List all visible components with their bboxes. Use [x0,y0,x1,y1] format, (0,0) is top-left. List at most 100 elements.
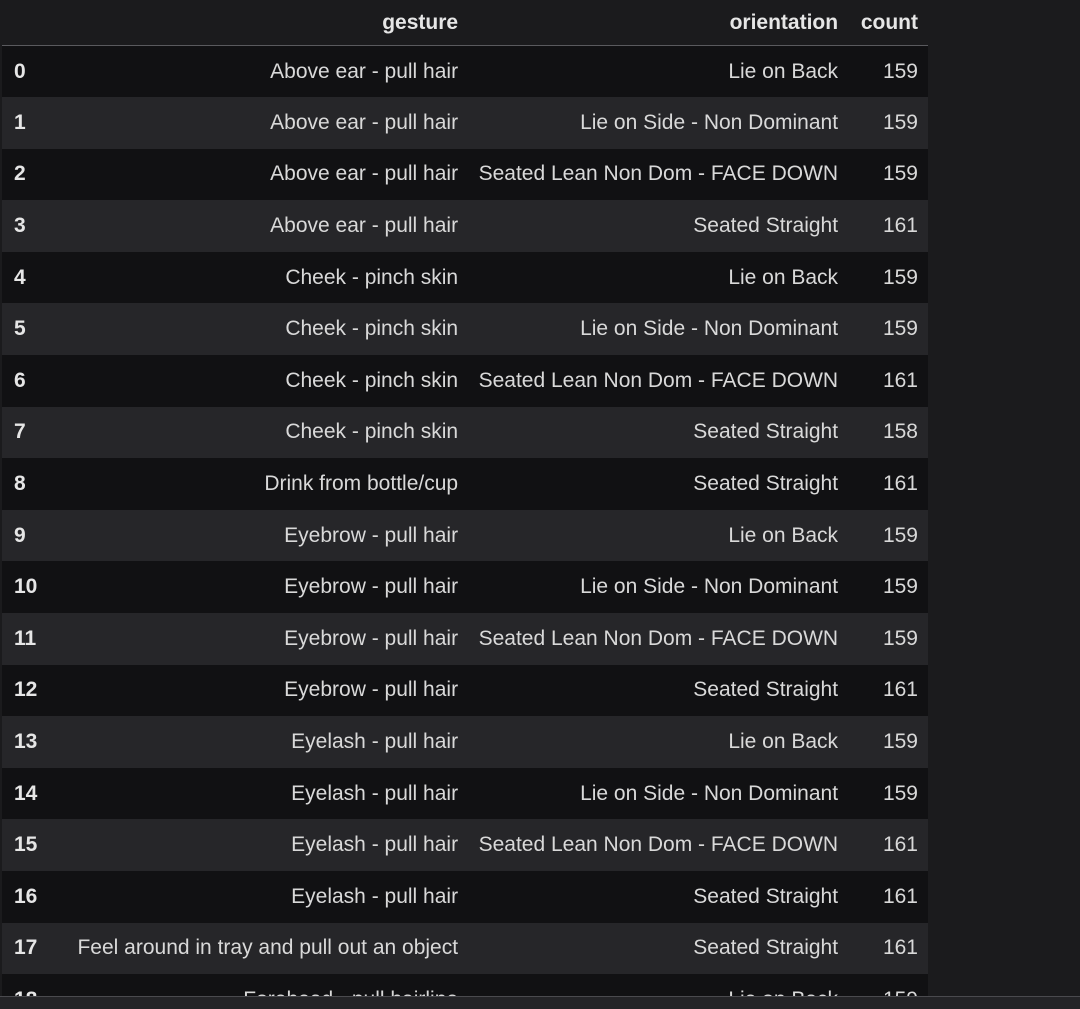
cell-orientation: Lie on Side - Non Dominant [580,781,839,805]
cell-orientation: Lie on Back [728,523,839,547]
table-row: 17 Feel around in tray and pull out an ob… [2,922,928,975]
cell-count: 159 [882,575,918,599]
table-row: 2 Above ear - pull hair Seated Lean Non Do… [2,148,928,201]
header-row: gesture orientation count [2,0,928,46]
cell-gesture: Eyelash - pull hair [291,730,459,754]
table-row: 10 Eyebrow - pull hair Lie on Side - Non D… [2,561,928,614]
table-row: 14 Eyelash - pull hair Lie on Side - Non D… [2,767,928,820]
table-row: 7 Cheek - pinch skin Seated Straight 158 [2,406,928,459]
row-index: 15 [14,833,38,857]
cell-orientation: Seated Straight [693,936,839,960]
table-row: 15 Eyelash - pull hair Seated Lean Non Dom… [2,819,928,871]
cell-gesture: Eyelash - pull hair [291,781,459,805]
table-row: 5 Cheek - pinch skin Lie on Side - Non Dom… [2,303,928,356]
row-index: 17 [14,936,38,960]
table-row: 1 Above ear - pull hair Lie on Side - Non … [2,97,928,149]
table-body: 0 Above ear - pull hair Lie on Back 159 1 Abo… [2,45,928,1009]
row-index: 5 [14,317,26,341]
cell-orientation: Lie on Side - Non Dominant [580,575,839,599]
horizontal-scrollbar[interactable] [0,996,1080,1009]
row-index: 14 [14,781,38,805]
cell-count: 161 [882,884,918,908]
row-index: 12 [14,678,38,702]
table-row: 8 Drink from bottle/cup Seated Straight 161 [2,458,928,510]
header-gesture: gesture [48,0,469,46]
cell-gesture: Eyebrow - pull hair [284,523,459,547]
cell-gesture: Above ear - pull hair [270,59,459,83]
row-index: 1 [14,110,26,134]
cell-count: 161 [882,833,918,857]
row-index: 0 [14,59,26,83]
table-row: 13 Eyelash - pull hair Lie on Back 159 [2,716,928,768]
cell-count: 159 [882,110,918,134]
cell-gesture: Cheek - pinch skin [285,420,459,444]
cell-count: 159 [882,626,918,650]
cell-orientation: Seated Straight [693,472,839,496]
cell-gesture: Drink from bottle/cup [264,472,459,496]
cell-gesture: Cheek - pinch skin [285,265,459,289]
cell-count: 161 [882,214,918,238]
row-index: 11 [14,626,37,650]
table-row: 12 Eyebrow - pull hair Seated Straight 161 [2,664,928,717]
cell-orientation: Lie on Back [728,730,839,754]
cell-count: 161 [882,678,918,702]
header-orientation: orientation [468,0,849,46]
row-index: 3 [14,214,26,238]
row-index: 2 [14,162,26,186]
cell-count: 159 [882,162,918,186]
cell-orientation: Lie on Side - Non Dominant [580,317,839,341]
cell-orientation: Seated Straight [693,884,839,908]
table-row: 9 Eyebrow - pull hair Lie on Back 159 [2,509,928,562]
cell-gesture: Eyebrow - pull hair [284,575,459,599]
row-index: 16 [14,884,38,908]
cell-gesture: Feel around in tray and pull out an obje… [77,936,459,960]
notebook-output-area: gesture orientation count 0 Above ear - p… [0,0,1080,1009]
cell-orientation: Seated Lean Non Dom - FACE DOWN [478,833,839,857]
cell-count: 158 [882,420,918,444]
row-index: 6 [14,368,26,392]
table-row: 0 Above ear - pull hair Lie on Back 159 [2,45,928,98]
header-index [2,0,49,46]
cell-gesture: Eyebrow - pull hair [284,626,459,650]
table-row: 3 Above ear - pull hair Seated Straight 161 [2,200,928,252]
cell-gesture: Cheek - pinch skin [285,317,459,341]
cell-count: 159 [882,781,918,805]
cell-orientation: Lie on Back [728,59,839,83]
cell-gesture: Eyelash - pull hair [291,884,459,908]
cell-count: 161 [882,368,918,392]
header-count: count [848,0,928,46]
cell-orientation: Seated Lean Non Dom - FACE DOWN [478,626,839,650]
row-index: 8 [14,472,26,496]
cell-orientation: Seated Lean Non Dom - FACE DOWN [478,162,839,186]
cell-gesture: Cheek - pinch skin [285,368,459,392]
cell-orientation: Lie on Back [728,265,839,289]
cell-count: 161 [882,472,918,496]
cell-count: 159 [882,59,918,83]
cell-count: 159 [882,265,918,289]
cell-count: 159 [882,317,918,341]
dataframe-table: gesture orientation count 0 Above ear - p… [2,0,928,1009]
row-index: 10 [14,575,38,599]
cell-orientation: Seated Lean Non Dom - FACE DOWN [478,368,839,392]
cell-gesture: Above ear - pull hair [270,162,459,186]
table-row: 6 Cheek - pinch skin Seated Lean Non Dom -… [2,355,928,407]
table-row: 11 Eyebrow - pull hair Seated Lean Non Dom… [2,613,928,665]
cell-gesture: Above ear - pull hair [270,110,459,134]
row-index: 4 [14,265,26,289]
cell-count: 161 [882,936,918,960]
cell-orientation: Seated Straight [693,214,839,238]
cell-orientation: Lie on Side - Non Dominant [580,110,839,134]
row-index: 7 [14,420,26,444]
cell-orientation: Seated Straight [693,678,839,702]
cell-gesture: Above ear - pull hair [270,214,459,238]
table-row: 4 Cheek - pinch skin Lie on Back 159 [2,251,928,304]
cell-count: 159 [882,730,918,754]
cell-orientation: Seated Straight [693,420,839,444]
row-index: 13 [14,730,38,754]
table-header: gesture orientation count [2,0,928,46]
cell-count: 159 [882,523,918,547]
row-index: 9 [14,523,26,547]
cell-gesture: Eyebrow - pull hair [284,678,459,702]
cell-gesture: Eyelash - pull hair [291,833,459,857]
table-row: 16 Eyelash - pull hair Seated Straight 161 [2,871,928,923]
